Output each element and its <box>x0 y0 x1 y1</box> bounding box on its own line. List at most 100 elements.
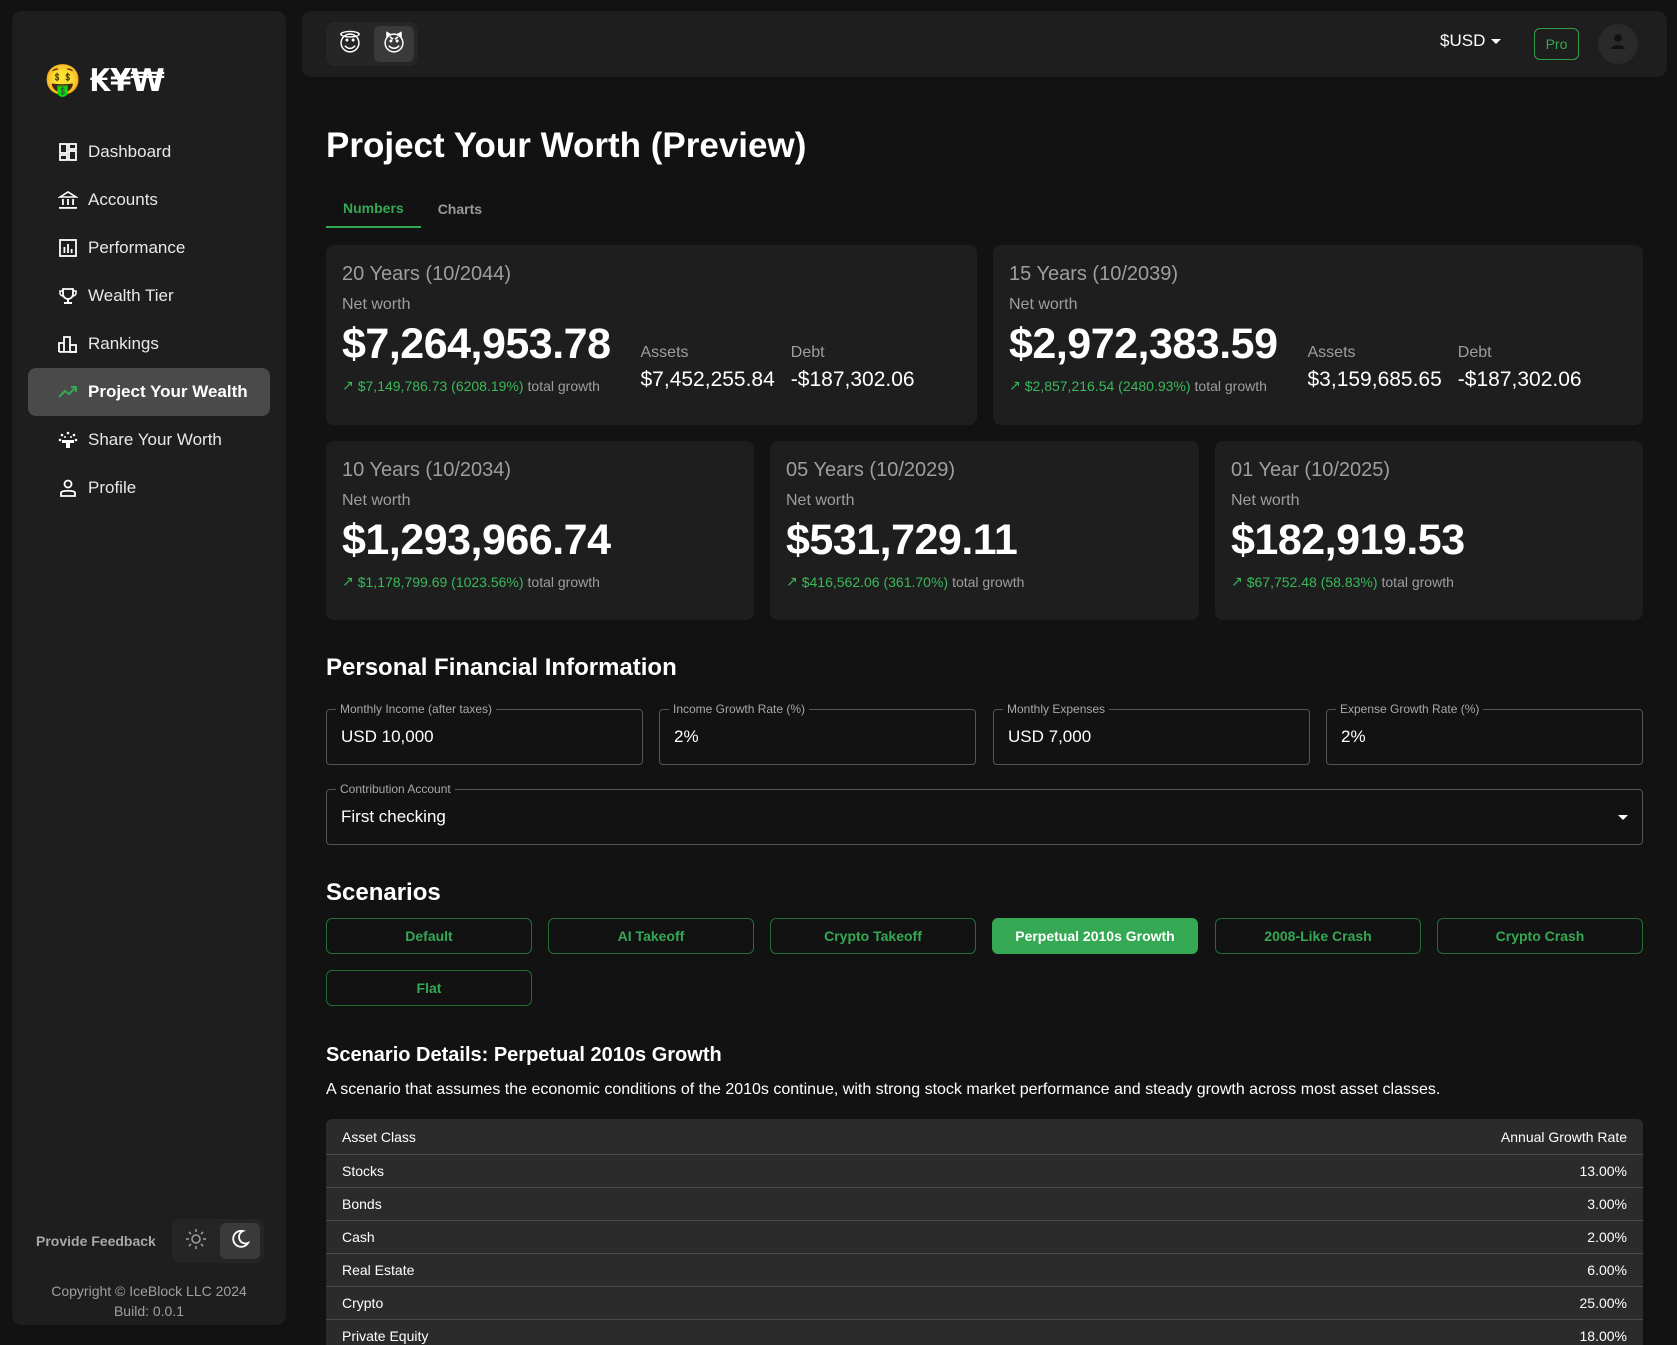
sidebar-item-project-your-wealth[interactable]: Project Your Wealth <box>28 368 270 416</box>
sidebar-item-dashboard[interactable]: Dashboard <box>28 128 270 176</box>
contribution-account-select[interactable]: Contribution Account First checking <box>326 782 1643 845</box>
person-icon <box>58 478 78 498</box>
growth-summary: ↗ $1,178,799.69 (1023.56%) total growth <box>342 573 738 590</box>
growth-suffix: total growth <box>1194 377 1267 394</box>
mode-toggle: 😇 😈 <box>326 22 418 66</box>
growth-rate-cell: 2.00% <box>1587 1229 1627 1245</box>
field-label: Contribution Account <box>336 782 455 796</box>
scenario-details-title: Scenario Details: Perpetual 2010s Growth <box>326 1044 722 1066</box>
growth-amount: $1,178,799.69 (1023.56%) <box>357 573 524 590</box>
card-period: 10 Years (10/2034) <box>342 459 512 481</box>
growth-amount: $416,562.06 (361.70%) <box>801 573 949 590</box>
asset-class-cell: Bonds <box>342 1196 382 1212</box>
currency-label: $USD <box>1440 31 1486 50</box>
card-period: 05 Years (10/2029) <box>786 459 956 481</box>
sidebar-item-label: Profile <box>88 478 137 497</box>
sidebar-item-label: Wealth Tier <box>88 286 174 305</box>
monthly-income-field[interactable]: Monthly Income (after taxes) <box>326 702 643 765</box>
growth-summary: ↗ $2,857,216.54 (2480.93%) total growth <box>1009 377 1278 394</box>
scenario-crypto-crash-button[interactable]: Crypto Crash <box>1437 918 1643 954</box>
arrow-up-right-icon: ↗ <box>786 573 798 589</box>
sidebar-item-rankings[interactable]: Rankings <box>28 320 270 368</box>
devil-mode-button[interactable]: 😈 <box>374 26 414 62</box>
net-worth-label: Net worth <box>786 492 855 509</box>
sidebar-item-share-your-worth[interactable]: Share Your Worth <box>28 416 270 464</box>
expense-growth-rate-input[interactable] <box>1341 727 1593 747</box>
copyright-line: Copyright © IceBlock LLC 2024 <box>51 1283 247 1299</box>
tab-numbers[interactable]: Numbers <box>326 190 421 228</box>
net-worth-label: Net worth <box>1009 296 1078 313</box>
angel-mode-button[interactable]: 😇 <box>330 26 370 62</box>
net-worth-label: Net worth <box>342 492 411 509</box>
net-worth-value: $531,729.11 <box>786 516 1018 564</box>
assets-label: Assets <box>640 344 689 361</box>
assets-value: $7,452,255.84 <box>640 368 775 391</box>
growth-amount: $67,752.48 (58.83%) <box>1246 573 1378 590</box>
provide-feedback-link[interactable]: Provide Feedback <box>36 1233 156 1249</box>
growth-suffix: total growth <box>527 573 600 590</box>
growth-suffix: total growth <box>1381 573 1454 590</box>
sidebar-item-label: Share Your Worth <box>88 430 222 449</box>
sidebar-item-label: Accounts <box>88 190 158 209</box>
income-growth-rate-input[interactable] <box>674 727 926 747</box>
bank-icon <box>58 190 78 210</box>
sidebar-item-profile[interactable]: Profile <box>28 464 270 512</box>
contribution-account-value: First checking <box>341 807 446 826</box>
scenario-perpetual-2010s-growth-button[interactable]: Perpetual 2010s Growth <box>992 918 1198 954</box>
app-logo[interactable]: 🤑 ₭¥₩ <box>44 63 165 99</box>
growth-rate-cell: 25.00% <box>1579 1295 1627 1311</box>
tab-charts[interactable]: Charts <box>421 190 499 228</box>
assets-metric: Assets $7,452,255.84 <box>641 344 775 394</box>
field-label: Monthly Income (after taxes) <box>336 702 497 716</box>
asset-class-cell: Crypto <box>342 1295 384 1311</box>
asset-class-cell: Stocks <box>342 1163 385 1179</box>
debt-metric: Debt -$187,302.06 <box>1458 344 1582 394</box>
column-header-annual-growth-rate: Annual Growth Rate <box>1500 1128 1627 1145</box>
app-name: ₭¥₩ <box>89 63 164 99</box>
scenario-2008-like-crash-button[interactable]: 2008-Like Crash <box>1215 918 1421 954</box>
asset-class-cell: Private Equity <box>342 1328 429 1344</box>
scenario-ai-takeoff-button[interactable]: AI Takeoff <box>548 918 754 954</box>
growth-rate-cell: 13.00% <box>1579 1163 1627 1179</box>
scenario-crypto-takeoff-button[interactable]: Crypto Takeoff <box>770 918 976 954</box>
scenario-flat-button[interactable]: Flat <box>326 970 532 1006</box>
net-worth-value: $182,919.53 <box>1231 516 1465 564</box>
light-theme-button[interactable] <box>176 1223 216 1259</box>
net-worth-value: $1,293,966.74 <box>342 516 611 564</box>
celebration-icon <box>58 430 78 450</box>
sun-icon <box>185 1228 207 1255</box>
sidebar-item-wealth-tier[interactable]: Wealth Tier <box>28 272 270 320</box>
currency-selector[interactable]: $USD <box>1440 31 1502 51</box>
scenario-default-button[interactable]: Default <box>326 918 532 954</box>
sidebar-item-accounts[interactable]: Accounts <box>28 176 270 224</box>
table-row: Cash 2.00% <box>326 1221 1643 1254</box>
bar-chart-icon <box>58 238 78 258</box>
column-header-asset-class: Asset Class <box>342 1128 416 1145</box>
person-icon <box>1608 32 1628 57</box>
income-growth-rate-field[interactable]: Income Growth Rate (%) <box>659 702 976 765</box>
expense-growth-rate-field[interactable]: Expense Growth Rate (%) <box>1326 702 1643 765</box>
devil-face-icon: 😈 <box>382 31 406 56</box>
sidebar-item-performance[interactable]: Performance <box>28 224 270 272</box>
rankings-icon <box>58 334 78 354</box>
table-row: Private Equity 18.00% <box>326 1320 1643 1345</box>
avatar[interactable] <box>1598 24 1638 64</box>
sidebar-nav: Dashboard Accounts Performance Wealth Ti… <box>28 128 270 512</box>
projection-card-5y: 05 Years (10/2029) Net worth $531,729.11… <box>770 441 1199 620</box>
projection-card-15y: 15 Years (10/2039) Net worth $2,972,383.… <box>993 245 1643 425</box>
trending-up-icon <box>58 382 78 402</box>
monthly-expenses-field[interactable]: Monthly Expenses <box>993 702 1310 765</box>
sidebar-item-label: Performance <box>88 238 186 257</box>
table-row: Bonds 3.00% <box>326 1188 1643 1221</box>
moon-icon <box>229 1228 251 1255</box>
monthly-expenses-input[interactable] <box>1008 727 1260 747</box>
dark-theme-button[interactable] <box>219 1223 260 1259</box>
monthly-income-input[interactable] <box>341 727 593 747</box>
projection-card-20y: 20 Years (10/2044) Net worth $7,264,953.… <box>326 245 977 425</box>
top-bar: 😇 😈 $USD Pro <box>302 11 1667 77</box>
pro-badge[interactable]: Pro <box>1534 28 1579 60</box>
debt-metric: Debt -$187,302.06 <box>791 344 915 394</box>
growth-rate-table: Asset Class Annual Growth Rate Stocks 13… <box>326 1119 1643 1345</box>
caret-down-icon <box>1618 815 1628 820</box>
growth-summary: ↗ $67,752.48 (58.83%) total growth <box>1231 573 1627 590</box>
